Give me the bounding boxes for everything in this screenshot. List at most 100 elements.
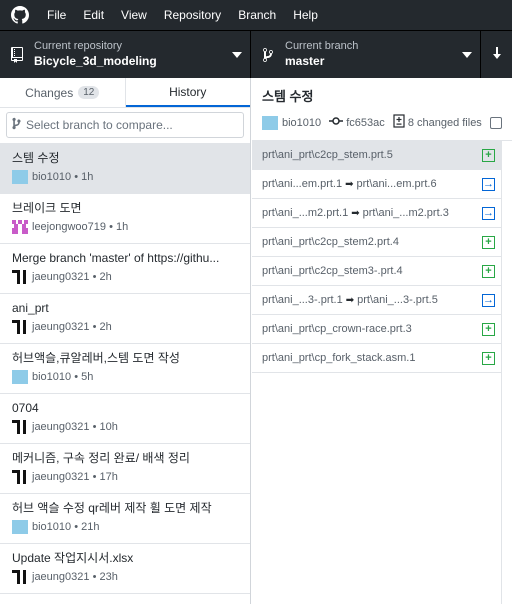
commit-item[interactable]: Merge branch 'master' of https://githu..… <box>0 244 250 294</box>
menu-file[interactable]: File <box>40 0 73 30</box>
avatar <box>12 220 28 234</box>
chevron-down-icon <box>224 51 250 58</box>
commit-summary: ani_prt <box>12 301 49 315</box>
commit-time: 10h <box>99 421 118 433</box>
commit-author: jaeung0321 <box>32 421 90 433</box>
github-logo-icon <box>0 0 40 30</box>
renamed-icon: → <box>482 177 495 191</box>
diff-icon <box>393 114 405 131</box>
commit-item[interactable]: 허브 액슬 수정 qr레버 제작 휠 도면 제작 bio1010 • 21h <box>0 494 250 544</box>
commit-author: bio1010 <box>282 116 322 129</box>
menu-view[interactable]: View <box>114 0 154 30</box>
arrow-right-icon: ➡ <box>351 208 360 219</box>
arrow-down-icon <box>492 47 502 62</box>
commit-summary: 브레이크 도면 <box>12 201 82 215</box>
tab-changes[interactable]: Changes 12 <box>0 78 126 107</box>
commit-summary: 스템 수정 <box>12 151 60 165</box>
file-path: prt\ani_prt\cp_crown-race.prt.3 <box>262 323 412 335</box>
branch-compare-placeholder: Select branch to compare... <box>26 118 173 132</box>
menu-branch[interactable]: Branch <box>231 0 283 30</box>
file-path: prt\ani_prt\cp_fork_stack.asm.1 <box>262 352 416 364</box>
file-item[interactable]: prt\ani_prt\cp_crown-race.prt.3 + <box>252 315 501 344</box>
commit-author: bio1010 <box>32 521 72 533</box>
arrow-right-icon: ➡ <box>345 179 354 190</box>
hide-whitespace-checkbox[interactable] <box>489 116 502 129</box>
avatar <box>12 320 28 334</box>
commit-item[interactable]: 허브액슬,큐알레버,스템 도면 작성 bio1010 • 5h <box>0 344 250 394</box>
file-path: prt\ani_prt\c2cp_stem.prt.5 <box>262 149 393 161</box>
renamed-icon: → <box>482 206 495 220</box>
chevron-down-icon <box>454 51 480 58</box>
commit-summary: Update 작업지시서.xlsx <box>12 551 134 565</box>
file-new-path: prt\ani_...m2.prt.3 <box>362 207 449 219</box>
avatar <box>12 270 28 284</box>
avatar <box>262 115 278 130</box>
commit-author: jaeung0321 <box>32 471 90 483</box>
branch-compare: Select branch to compare... <box>0 108 250 144</box>
commit-summary: 허브액슬,큐알레버,스템 도면 작성 <box>12 351 180 365</box>
commit-list: 스템 수정 bio1010 • 1h 브레이크 도면 leejongwoo719… <box>0 144 250 594</box>
repo-icon <box>0 46 34 63</box>
added-icon: + <box>482 322 495 336</box>
commit-item[interactable]: 메커니즘, 구속 정리 완료/ 배색 정리 jaeung0321 • 17h <box>0 444 250 494</box>
tab-history[interactable]: History <box>125 78 250 107</box>
file-path: prt\ani_prt\c2cp_stem2.prt.4 <box>262 236 399 248</box>
added-icon: + <box>482 264 495 278</box>
branch-caption: Current branch <box>285 40 359 52</box>
file-item[interactable]: prt\ani_...3-.prt.1 ➡ prt\ani_...3-.prt.5 … <box>252 286 501 315</box>
avatar <box>12 170 28 184</box>
commit-sha: fc653ac <box>346 116 385 129</box>
commit-details-panel: 스템 수정 bio1010 fc653ac 8 changed files pr… <box>252 78 512 604</box>
commit-summary: 메커니즘, 구속 정리 완료/ 배색 정리 <box>12 451 190 465</box>
current-branch-button[interactable]: Current branch master <box>251 31 481 78</box>
commit-time: 1h <box>81 171 94 183</box>
file-item[interactable]: prt\ani_prt\c2cp_stem.prt.5 + <box>252 141 501 170</box>
file-item[interactable]: prt\ani_...m2.prt.1 ➡ prt\ani_...m2.prt.3 … <box>252 199 501 228</box>
commit-author: jaeung0321 <box>32 321 90 333</box>
menu-bar: File Edit View Repository Branch Help <box>0 0 512 30</box>
commit-summary: 허브 액슬 수정 qr레버 제작 휠 도면 제작 <box>12 501 212 515</box>
commit-summary: 0704 <box>12 401 39 415</box>
sidebar: Changes 12 History Select branch to comp… <box>0 78 251 604</box>
file-item[interactable]: prt\ani_prt\cp_fork_stack.asm.1 + <box>252 344 501 373</box>
avatar <box>12 570 28 584</box>
commit-time: 5h <box>81 371 94 383</box>
changes-count-badge: 12 <box>78 86 100 99</box>
commit-time: 21h <box>81 521 100 533</box>
commit-title: 스템 수정 <box>262 89 314 104</box>
added-icon: + <box>482 351 495 365</box>
commit-item[interactable]: 0704 jaeung0321 • 10h <box>0 394 250 444</box>
file-path: prt\ani_prt\c2cp_stem3-.prt.4 <box>262 265 403 277</box>
commit-item[interactable]: 스템 수정 bio1010 • 1h <box>0 144 250 194</box>
fetch-button[interactable] <box>481 31 512 78</box>
file-new-path: prt\ani...em.prt.6 <box>356 178 437 190</box>
branch-name: master <box>285 54 325 68</box>
avatar <box>12 470 28 484</box>
renamed-icon: → <box>482 293 495 307</box>
commit-time: 2h <box>99 271 112 283</box>
commit-summary: Merge branch 'master' of https://githu..… <box>12 251 220 265</box>
diff-view <box>501 141 512 604</box>
changed-files-count: 8 changed files <box>407 116 482 129</box>
repo-caption: Current repository <box>34 40 123 52</box>
commit-item[interactable]: 브레이크 도면 leejongwoo719 • 1h <box>0 194 250 244</box>
tab-history-label: History <box>169 84 207 99</box>
file-item[interactable]: prt\ani...em.prt.1 ➡ prt\ani...em.prt.6 → <box>252 170 501 199</box>
tab-bar: Changes 12 History <box>0 78 250 108</box>
added-icon: + <box>482 235 495 249</box>
commit-author: bio1010 <box>32 371 72 383</box>
file-item[interactable]: prt\ani_prt\c2cp_stem2.prt.4 + <box>252 228 501 257</box>
branch-compare-input[interactable]: Select branch to compare... <box>6 112 244 138</box>
tab-changes-label: Changes <box>25 85 74 100</box>
avatar <box>12 520 28 534</box>
branch-icon <box>12 117 21 133</box>
commit-item[interactable]: Update 작업지시서.xlsx jaeung0321 • 23h <box>0 544 250 594</box>
commit-item[interactable]: ani_prt jaeung0321 • 2h <box>0 294 250 344</box>
menu-repository[interactable]: Repository <box>157 0 228 30</box>
file-old-path: prt\ani_...m2.prt.1 <box>262 207 349 219</box>
menu-help[interactable]: Help <box>286 0 325 30</box>
menu-edit[interactable]: Edit <box>76 0 111 30</box>
current-repository-button[interactable]: Current repository Bicycle_3d_modeling <box>0 31 251 78</box>
file-item[interactable]: prt\ani_prt\c2cp_stem3-.prt.4 + <box>252 257 501 286</box>
commit-time: 17h <box>99 471 118 483</box>
